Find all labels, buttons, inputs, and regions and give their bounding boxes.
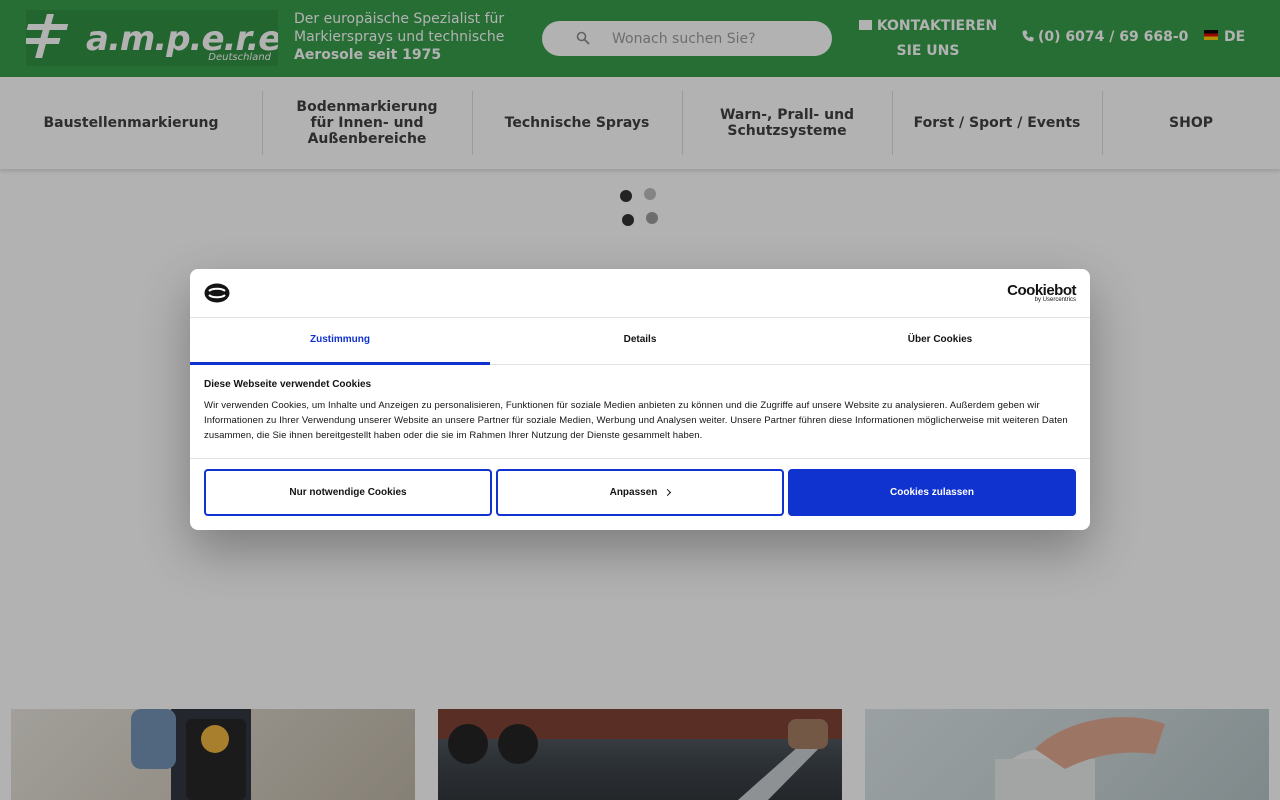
tab-ueber-cookies[interactable]: Über Cookies bbox=[790, 318, 1090, 364]
tab-details[interactable]: Details bbox=[490, 318, 790, 364]
button-label: Nur notwendige Cookies bbox=[289, 487, 407, 498]
dialog-header: Cookiebot by Usercentrics bbox=[190, 269, 1090, 318]
customize-button[interactable]: Anpassen bbox=[496, 469, 784, 516]
dialog-tabs: Zustimmung Details Über Cookies bbox=[190, 318, 1090, 365]
tab-zustimmung[interactable]: Zustimmung bbox=[190, 318, 490, 365]
dialog-body: Diese Webseite verwendet Cookies Wir ver… bbox=[204, 379, 1076, 443]
necessary-cookies-button[interactable]: Nur notwendige Cookies bbox=[204, 469, 492, 516]
dialog-text: Wir verwenden Cookies, um Inhalte und An… bbox=[204, 400, 1068, 441]
button-label: Cookies zulassen bbox=[890, 487, 974, 498]
allow-all-cookies-button[interactable]: Cookies zulassen bbox=[788, 469, 1076, 516]
button-label: Anpassen bbox=[609, 487, 658, 498]
cookiebot-logo-icon bbox=[204, 283, 230, 303]
cookiebot-brand[interactable]: Cookiebot by Usercentrics bbox=[1007, 283, 1076, 304]
brand-name: Cookiebot bbox=[1007, 282, 1076, 299]
dialog-heading: Diese Webseite verwendet Cookies bbox=[204, 379, 372, 390]
dialog-footer: Nur notwendige Cookies Anpassen Cookies … bbox=[190, 458, 1090, 530]
chevron-right-icon bbox=[664, 488, 672, 497]
cookie-consent-dialog: Cookiebot by Usercentrics Zustimmung Det… bbox=[190, 269, 1090, 530]
